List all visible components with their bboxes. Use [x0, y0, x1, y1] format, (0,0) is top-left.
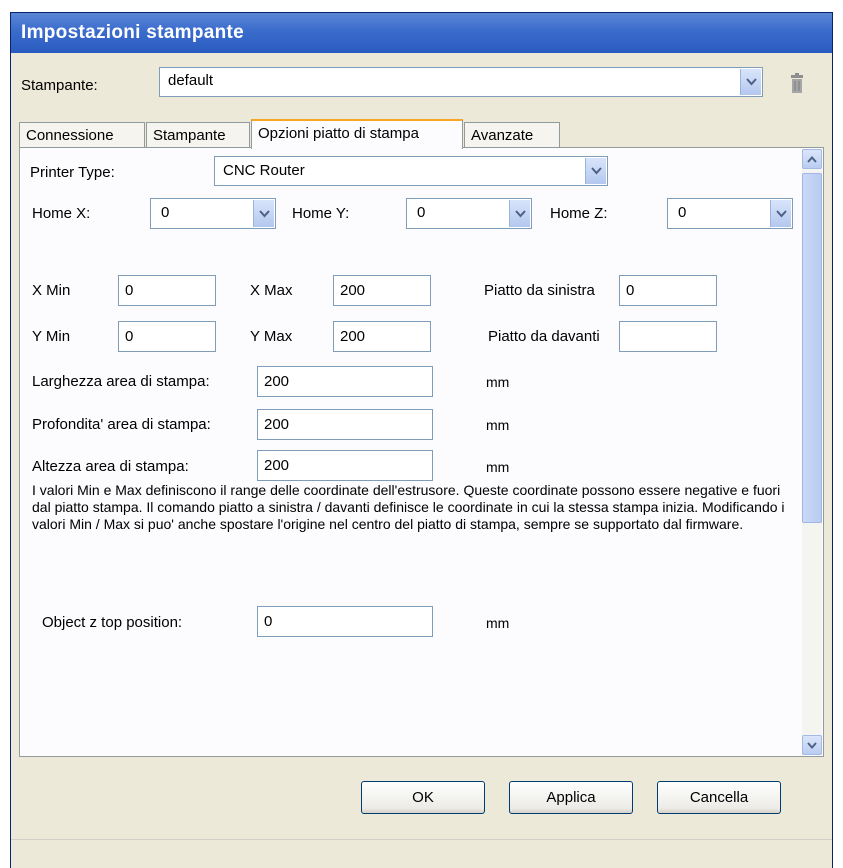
- printer-type-select[interactable]: CNC Router: [214, 156, 608, 186]
- object-z-unit: mm: [486, 615, 510, 631]
- apply-button[interactable]: Applica: [509, 781, 633, 814]
- area-height-input[interactable]: 200: [257, 450, 433, 481]
- tab-panel: Printer Type: CNC Router Home X: 0 Home …: [19, 147, 824, 757]
- y-max-value: 200: [340, 328, 366, 345]
- y-max-input[interactable]: 200: [333, 321, 431, 352]
- scrollbar-thumb[interactable]: [802, 173, 822, 523]
- x-max-label: X Max: [250, 282, 293, 299]
- chevron-down-icon[interactable]: [509, 200, 530, 227]
- scroll-up-icon[interactable]: [802, 149, 822, 169]
- tab-opzioni-piatto[interactable]: Opzioni piatto di stampa: [251, 119, 463, 149]
- object-z-value: 0: [264, 613, 273, 630]
- chevron-down-icon[interactable]: [740, 69, 761, 95]
- vertical-scrollbar[interactable]: [802, 149, 822, 755]
- home-z-select[interactable]: 0: [667, 198, 793, 229]
- chevron-down-icon[interactable]: [253, 200, 274, 227]
- printer-type-value: CNC Router: [223, 162, 305, 179]
- area-depth-value: 200: [264, 416, 290, 433]
- title-bar[interactable]: Impostazioni stampante: [11, 13, 832, 53]
- object-z-input[interactable]: 0: [257, 606, 433, 637]
- area-width-label: Larghezza area di stampa:: [32, 373, 210, 390]
- chevron-down-icon[interactable]: [585, 158, 606, 184]
- bed-front-label: Piatto da davanti: [488, 328, 600, 345]
- chevron-down-icon[interactable]: [770, 200, 791, 227]
- bed-left-value: 0: [626, 282, 635, 299]
- object-z-label: Object z top position:: [42, 614, 183, 631]
- printer-label: Stampante:: [21, 77, 98, 94]
- printer-settings-window: Impostazioni stampante Stampante: defaul…: [10, 12, 833, 868]
- trash-icon[interactable]: [789, 73, 805, 95]
- area-width-input[interactable]: 200: [257, 366, 433, 397]
- bed-left-label: Piatto da sinistra: [484, 282, 595, 299]
- area-depth-unit: mm: [486, 417, 510, 433]
- home-z-value: 0: [678, 204, 687, 221]
- area-depth-input[interactable]: 200: [257, 409, 433, 440]
- y-min-value: 0: [125, 328, 134, 345]
- printer-select-value: default: [168, 72, 214, 89]
- printer-type-label: Printer Type:: [30, 164, 115, 181]
- home-z-label: Home Z:: [550, 205, 608, 222]
- cancel-button[interactable]: Cancella: [657, 781, 781, 814]
- y-min-input[interactable]: 0: [118, 321, 216, 352]
- tab-connessione[interactable]: Connessione: [19, 122, 145, 148]
- area-width-value: 200: [264, 373, 290, 390]
- x-min-label: X Min: [32, 282, 71, 299]
- bed-front-input[interactable]: [619, 321, 717, 352]
- home-x-value: 0: [161, 204, 170, 221]
- description-text: I valori Min e Max definiscono il range …: [32, 482, 785, 532]
- home-y-value: 0: [417, 204, 426, 221]
- x-max-input[interactable]: 200: [333, 275, 431, 306]
- y-max-label: Y Max: [250, 328, 293, 345]
- home-x-select[interactable]: 0: [150, 198, 276, 229]
- bed-left-input[interactable]: 0: [619, 275, 717, 306]
- window-title: Impostazioni stampante: [21, 22, 245, 43]
- ok-button[interactable]: OK: [361, 781, 485, 814]
- x-min-value: 0: [125, 282, 134, 299]
- area-depth-label: Profondita' area di stampa:: [32, 416, 211, 433]
- y-min-label: Y Min: [32, 328, 71, 345]
- scroll-down-icon[interactable]: [802, 735, 822, 755]
- area-height-value: 200: [264, 457, 290, 474]
- tab-avanzate[interactable]: Avanzate: [464, 122, 560, 148]
- printer-select[interactable]: default: [159, 67, 763, 97]
- x-min-input[interactable]: 0: [118, 275, 216, 306]
- area-height-label: Altezza area di stampa:: [32, 458, 189, 475]
- tab-stampante[interactable]: Stampante: [146, 122, 250, 148]
- home-y-label: Home Y:: [292, 205, 350, 222]
- area-height-unit: mm: [486, 459, 510, 475]
- area-width-unit: mm: [486, 374, 510, 390]
- home-x-label: Home X:: [32, 205, 91, 222]
- status-strip: [11, 839, 832, 868]
- home-y-select[interactable]: 0: [406, 198, 532, 229]
- x-max-value: 200: [340, 282, 366, 299]
